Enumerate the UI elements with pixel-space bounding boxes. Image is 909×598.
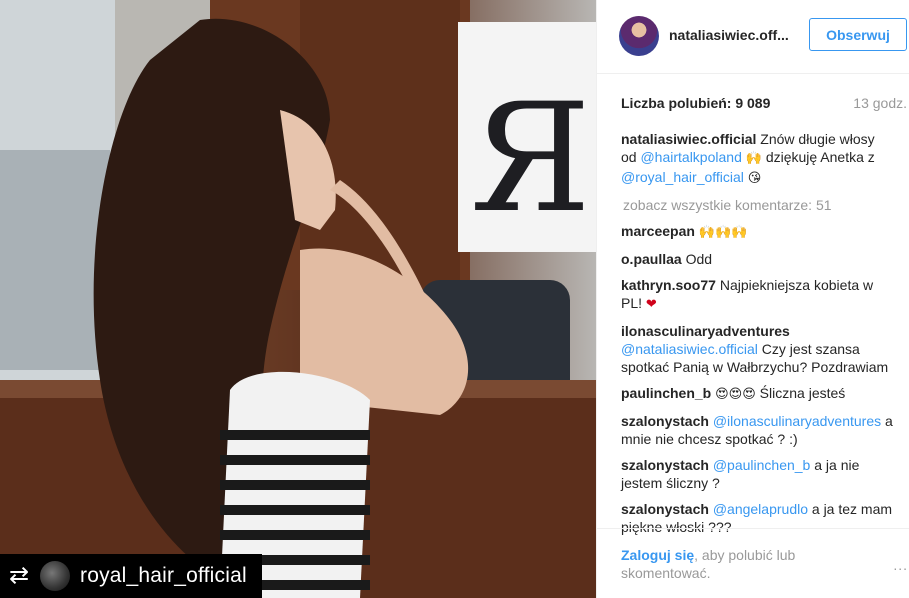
comment-text: Odd xyxy=(685,251,713,267)
heart-emoji: ❤ xyxy=(645,297,657,312)
mention-link[interactable]: @paulinchen_b xyxy=(713,457,811,473)
follow-button[interactable]: Obserwuj xyxy=(809,18,907,51)
post-header: nataliasiwiec.off... Obserwuj xyxy=(597,0,909,74)
emoji: 🙌 xyxy=(745,151,762,166)
mention-link[interactable]: @hairtalkpoland xyxy=(640,149,741,165)
emoji: 😘 xyxy=(747,171,762,186)
window-door xyxy=(0,150,110,370)
repost-badge: ⇄ royal_hair_official xyxy=(0,554,262,598)
post-sidebar: nataliasiwiec.off... Obserwuj Liczba pol… xyxy=(596,0,909,598)
login-link[interactable]: Zaloguj się xyxy=(621,547,694,563)
comment-text: 🙌🙌🙌 xyxy=(698,225,748,240)
photo-illustration: ЯR xyxy=(0,0,596,598)
comment-username[interactable]: kathryn.soo77 xyxy=(621,277,716,293)
comment: kathryn.soo77 Najpiekniejsza kobieta w P… xyxy=(621,276,893,314)
view-all-comments-link[interactable]: zobacz wszystkie komentarze: 51 xyxy=(623,196,893,214)
author-username[interactable]: nataliasiwiec.off... xyxy=(669,27,789,43)
post-photo[interactable]: ЯR ⇄ royal_hair_official xyxy=(0,0,596,598)
mention-link[interactable]: @nataliasiwiec.official xyxy=(621,341,758,357)
comment-username[interactable]: ilonasculinaryadventures xyxy=(621,323,790,339)
more-options-icon[interactable]: ... xyxy=(893,557,908,573)
comment: szalonystach @paulinchen_b a ja nie jest… xyxy=(621,456,893,492)
comment-text: Śliczna jesteś xyxy=(755,385,846,401)
post-stats: Liczba polubień: 9 089 13 godz. xyxy=(621,95,907,111)
comment-username[interactable]: szalonystach xyxy=(621,413,709,429)
like-count[interactable]: Liczba polubień: 9 089 xyxy=(621,95,770,111)
login-prompt: Zaloguj się, aby polubić lub skomentować… xyxy=(621,547,796,581)
mention-link[interactable]: @royal_hair_official xyxy=(621,169,744,185)
comment: szalonystach @ilonasculinaryadventures a… xyxy=(621,412,893,448)
comment: ilonasculinaryadventures @nataliasiwiec.… xyxy=(621,322,893,376)
comments-list: nataliasiwiec.official Znów długie włosy… xyxy=(621,130,893,544)
comment-username[interactable]: marceepan xyxy=(621,223,695,239)
post-footer: Zaloguj się, aby polubić lub skomentować… xyxy=(597,528,909,598)
comment: paulinchen_b 😍😍😍 Śliczna jesteś xyxy=(621,384,893,404)
comment-username[interactable]: paulinchen_b xyxy=(621,385,711,401)
caption: nataliasiwiec.official Znów długie włosy… xyxy=(621,131,875,186)
author-avatar[interactable] xyxy=(619,16,659,56)
post-time[interactable]: 13 godz. xyxy=(853,95,907,111)
mention-link[interactable]: @angelaprudlo xyxy=(713,501,808,517)
mention-link[interactable]: @ilonasculinaryadventures xyxy=(713,413,881,429)
comment-username[interactable]: o.paullaa xyxy=(621,251,682,267)
comment: o.paullaa Odd xyxy=(621,250,893,268)
repost-username: royal_hair_official xyxy=(80,564,247,587)
emoji: 😍😍😍 xyxy=(715,387,756,402)
salon-logo: ЯR xyxy=(470,72,596,246)
repost-icon: ⇄ xyxy=(8,562,30,589)
comment-username[interactable]: szalonystach xyxy=(621,457,709,473)
comment-username[interactable]: szalonystach xyxy=(621,501,709,517)
caption-username[interactable]: nataliasiwiec.official xyxy=(621,131,756,147)
repost-avatar xyxy=(40,561,70,591)
comment: marceepan 🙌🙌🙌 xyxy=(621,222,893,242)
